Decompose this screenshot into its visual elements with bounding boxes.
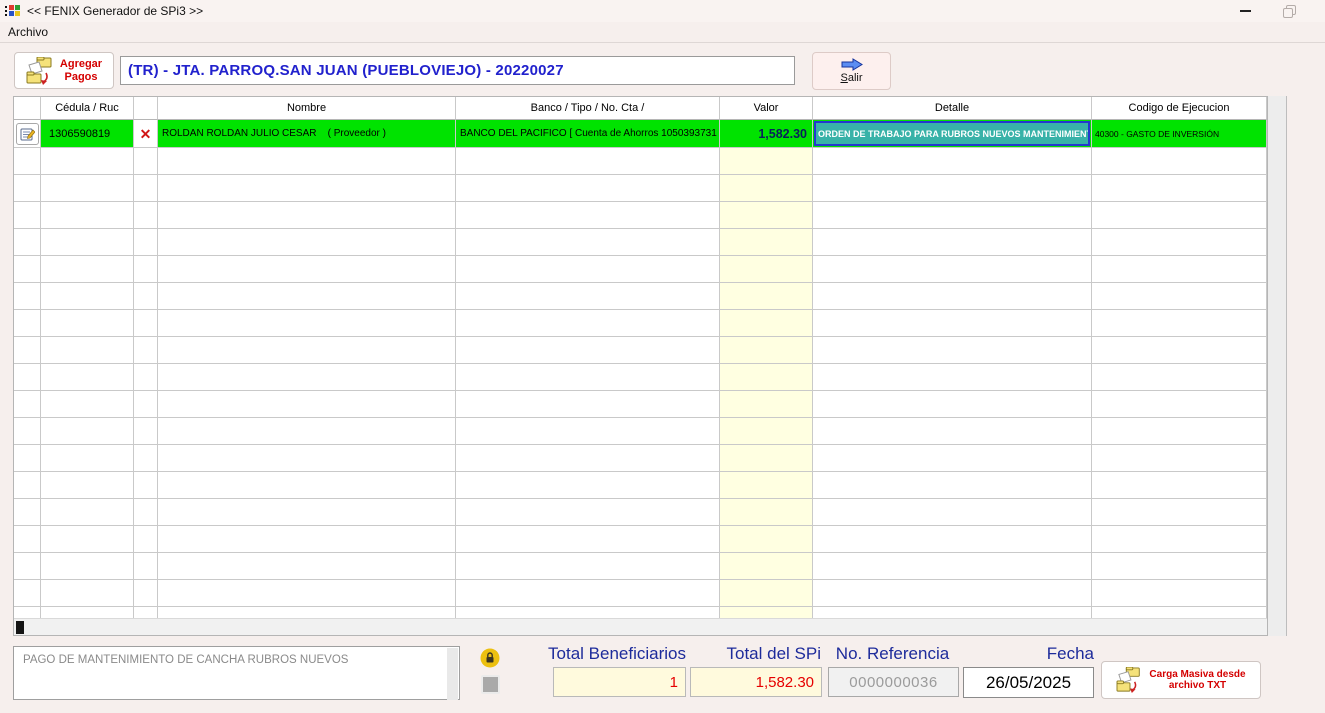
empty-grid-row <box>14 175 1267 202</box>
total-spi-label: Total del SPi <box>690 644 821 664</box>
empty-grid-row <box>14 202 1267 229</box>
carga-masiva-button[interactable]: Carga Masiva desde archivo TXT <box>1101 661 1261 699</box>
total-spi-value[interactable]: 1,582.30 <box>690 667 822 697</box>
empty-grid-row <box>14 391 1267 418</box>
salir-button[interactable]: Salir <box>812 52 891 90</box>
add-payments-folders-icon <box>26 57 56 85</box>
carga-masiva-label: Carga Masiva desde archivo TXT <box>1149 669 1245 692</box>
banco-cell[interactable]: BANCO DEL PACIFICO [ Cuenta de Ahorros 1… <box>456 120 720 148</box>
nombre-cell[interactable]: ROLDAN ROLDAN JULIO CESAR ( Proveedor ) <box>158 120 456 148</box>
exit-arrow-icon <box>841 58 863 71</box>
payment-row: 1306590819 ✕ ROLDAN ROLDAN JULIO CESAR (… <box>14 120 1267 148</box>
agregar-label-line1: Agregar <box>60 58 102 70</box>
agregar-pagos-label: Agregar Pagos <box>60 58 102 83</box>
header-codigo: Codigo de Ejecucion <box>1092 97 1267 120</box>
referencia-label: No. Referencia <box>826 644 959 664</box>
payment-description-textarea[interactable]: PAGO DE MANTENIMIENTO DE CANCHA RUBROS N… <box>13 646 460 700</box>
empty-grid-row <box>14 526 1267 553</box>
empty-grid-row <box>14 580 1267 607</box>
minimize-icon <box>1240 10 1251 12</box>
fecha-value[interactable]: 26/05/2025 <box>963 667 1094 698</box>
salir-label: Salir <box>840 72 862 84</box>
empty-grid-row <box>14 445 1267 472</box>
payments-grid: Cédula / Ruc Nombre Banco / Tipo / No. C… <box>13 96 1268 636</box>
menu-bar: Archivo <box>0 22 1325 43</box>
header-cedula: Cédula / Ruc <box>41 97 134 120</box>
description-scrollbar[interactable] <box>447 648 458 700</box>
empty-grid-row <box>14 364 1267 391</box>
restore-button[interactable] <box>1272 0 1306 22</box>
total-beneficiarios-label: Total Beneficiarios <box>500 644 686 664</box>
codigo-cell[interactable]: 40300 - GASTO DE INVERSIÓN <box>1092 120 1267 148</box>
empty-grid-row <box>14 256 1267 283</box>
fecha-label: Fecha <box>963 644 1094 664</box>
grid-horizontal-scrollbar[interactable] <box>14 618 1267 635</box>
cedula-cell[interactable]: 1306590819 <box>41 120 134 148</box>
detalle-cell[interactable]: ORDEN DE TRABAJO PARA RUBROS NUEVOS MANT… <box>813 120 1092 148</box>
empty-grid-row <box>14 148 1267 175</box>
carga-label-line1: Carga Masiva desde <box>1149 669 1245 680</box>
header-detalle: Detalle <box>813 97 1092 120</box>
grid-body: 1306590819 ✕ ROLDAN ROLDAN JULIO CESAR (… <box>14 120 1267 618</box>
restore-icon <box>1283 5 1296 18</box>
status-square-button[interactable] <box>481 675 500 694</box>
detalle-selected-text: ORDEN DE TRABAJO PARA RUBROS NUEVOS MANT… <box>814 121 1090 146</box>
delete-row-button[interactable]: ✕ <box>134 127 157 141</box>
empty-grid-row <box>14 283 1267 310</box>
empty-grid-row <box>14 607 1267 618</box>
agregar-pagos-button[interactable]: Agregar Pagos <box>14 52 114 89</box>
menu-item-archivo[interactable]: Archivo <box>0 22 56 42</box>
header-delete-col <box>134 97 158 120</box>
empty-grid-row <box>14 499 1267 526</box>
grid-header-row: Cédula / Ruc Nombre Banco / Tipo / No. C… <box>14 97 1267 120</box>
agregar-label-line2: Pagos <box>64 71 97 83</box>
empty-grid-row <box>14 229 1267 256</box>
referencia-value[interactable]: 0000000036 <box>828 667 959 697</box>
edit-cell <box>14 120 41 148</box>
empty-grid-row <box>14 337 1267 364</box>
edit-row-button[interactable] <box>16 123 39 145</box>
delete-cell: ✕ <box>134 120 158 148</box>
header-valor: Valor <box>720 97 813 120</box>
valor-cell[interactable]: 1,582.30 <box>720 120 813 148</box>
edit-note-icon <box>20 127 35 141</box>
app-window: << FENIX Generador de SPi3 >> Archivo Ag… <box>0 0 1325 713</box>
bulk-load-folders-icon <box>1116 667 1144 693</box>
hscroll-thumb[interactable] <box>16 621 24 634</box>
empty-grid-row <box>14 472 1267 499</box>
header-edit-col <box>14 97 41 120</box>
empty-grid-row <box>14 418 1267 445</box>
lock-icon <box>480 648 500 668</box>
minimize-button[interactable] <box>1228 0 1262 22</box>
grid-vertical-scrollbar[interactable] <box>1268 96 1287 636</box>
app-logo-icon <box>5 4 21 18</box>
empty-grid-row <box>14 553 1267 580</box>
title-bar: << FENIX Generador de SPi3 >> <box>0 0 1325 22</box>
window-title: << FENIX Generador de SPi3 >> <box>27 4 203 18</box>
lock-button[interactable] <box>480 648 500 668</box>
header-nombre: Nombre <box>158 97 456 120</box>
header-banco: Banco / Tipo / No. Cta / <box>456 97 720 120</box>
carga-label-line2: archivo TXT <box>1169 680 1226 691</box>
total-beneficiarios-value[interactable]: 1 <box>553 667 686 697</box>
empty-grid-row <box>14 310 1267 337</box>
payment-description-text: PAGO DE MANTENIMIENTO DE CANCHA RUBROS N… <box>23 654 348 666</box>
entity-input[interactable]: (TR) - JTA. PARROQ.SAN JUAN (PUEBLOVIEJO… <box>120 56 795 85</box>
